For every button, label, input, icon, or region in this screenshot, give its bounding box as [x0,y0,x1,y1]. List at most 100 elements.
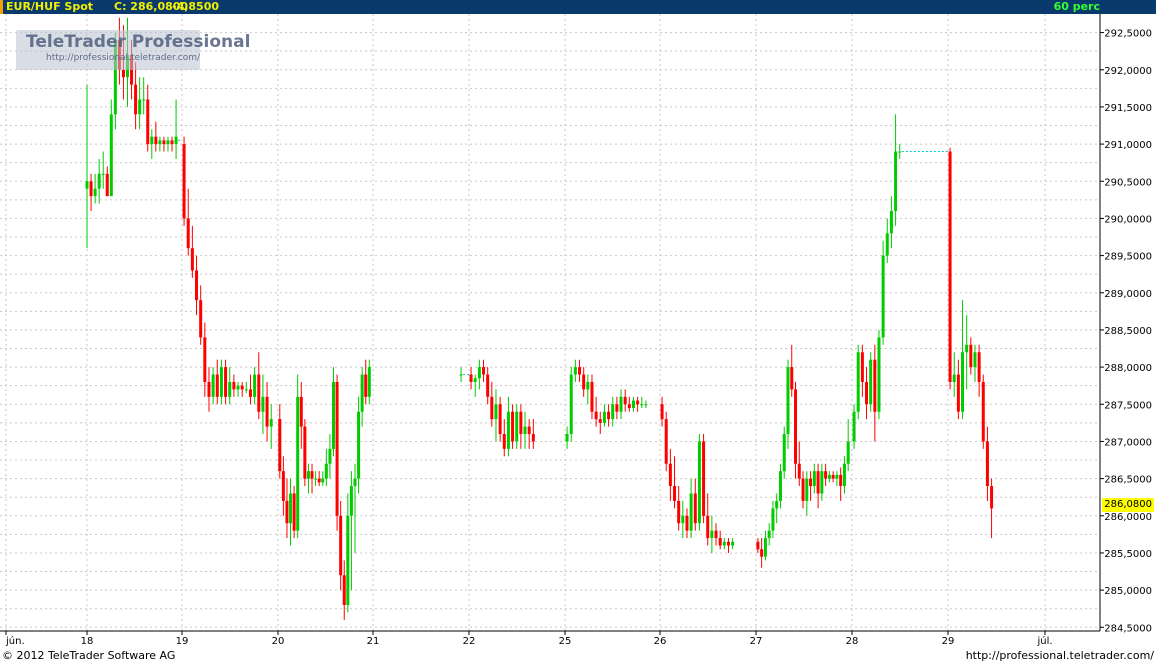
symbol-label[interactable]: EUR/HUF Spot [6,0,93,14]
candle-body [469,374,473,382]
candle-body [109,114,113,197]
candle-body [342,575,346,605]
y-tick-label: 286,0000 [1104,512,1152,523]
candle-body [977,352,981,382]
x-tick-label: 22 [463,636,476,647]
candle-body [502,434,506,449]
candle-body [195,270,199,301]
candle-body [677,500,681,524]
candle-body [248,389,252,397]
y-tick-label: 291,0000 [1104,140,1152,151]
candle-body [97,173,101,189]
footer-url[interactable]: http://professional.teletrader.com/ [966,647,1154,664]
candle-body [956,374,960,412]
candle-body [565,434,569,442]
candle-body [973,352,977,368]
candle-body [681,515,685,524]
candle-body [232,381,236,390]
x-tick-label: 27 [750,636,763,647]
candle-body [367,367,371,397]
candle-body [228,381,232,397]
candle-body [689,493,693,531]
candle-body [339,515,343,576]
candle-body [236,385,240,390]
candle-body [85,181,89,189]
candle-body [877,337,881,412]
candle-body [240,385,244,390]
y-tick-label: 292,5000 [1104,29,1152,40]
candle-body [889,210,893,234]
candle-body [306,471,310,479]
header-marker [0,0,3,14]
candle-body [611,404,615,420]
candle-body [317,478,321,483]
candle-body [324,463,328,479]
candle-body [490,396,494,420]
candle-body [477,367,481,379]
candle-body [349,486,353,516]
x-tick-label: 21 [367,636,380,647]
candle-body [631,400,635,408]
x-tick-label: 20 [272,636,285,647]
candle-body [142,99,146,101]
candle-body [786,367,790,435]
candle-body [756,541,760,550]
candle-body [794,389,798,464]
candle-body [515,411,519,442]
candle-body [809,478,813,487]
candle-body [494,404,498,420]
candle-body [831,474,835,479]
candle-body [763,538,767,557]
candle-body [269,419,273,427]
candle-body [199,300,203,338]
candle-body [174,136,178,145]
candle-body [767,530,771,539]
y-tick-label: 284,5000 [1104,623,1152,634]
change-label: -4,8500 [172,0,220,13]
watermark-brand: TeleTrader Professional [26,32,251,52]
candle-body [244,389,248,391]
candle-body [640,404,644,406]
candle-body [328,448,332,464]
x-tick-label: 29 [942,636,955,647]
candle-body [303,426,307,479]
candle-body [523,426,527,435]
copyright-text: © 2012 TeleTrader Software AG [2,649,176,662]
y-tick-label: 286,5000 [1104,475,1152,486]
candle-body [790,367,794,390]
candle-body [771,508,775,531]
candle-body [873,359,877,412]
interval-label[interactable]: 60 perc [1054,0,1100,14]
x-tick-label: 26 [654,636,667,647]
watermark-url: http://professional.teletrader.com/ [46,53,201,63]
candle-body [668,463,672,487]
candle-body [353,478,357,487]
candle-body [846,441,850,464]
candle-body [296,396,300,531]
candle-body [885,233,889,256]
candle-body [170,140,174,145]
candlestick-chart[interactable]: 292,5000 292,0000 291,5000 291,0000 290,5000… [0,14,1156,647]
candle-body [289,493,293,524]
candle-body [573,367,577,375]
y-tick-label: 288,0000 [1104,363,1152,374]
candle-body [219,367,223,397]
candle-body [158,140,162,145]
candle-body [335,381,339,516]
candle-body [207,381,211,397]
y-tick-label: 289,5000 [1104,252,1152,263]
candle-body [797,463,801,479]
candle-body [869,359,873,405]
candle-body [257,374,261,412]
candle-body [150,136,154,145]
candle-body [253,374,257,397]
candle-body [636,400,640,405]
candle-body [511,411,515,442]
candle-body [805,478,809,501]
candle-body [594,411,598,420]
teletrader-watermark: TeleTrader Professional http://professio… [16,30,250,70]
candle-body [706,515,710,539]
candle-body [154,136,158,145]
candle-body [527,426,531,435]
candle-body [531,434,535,442]
